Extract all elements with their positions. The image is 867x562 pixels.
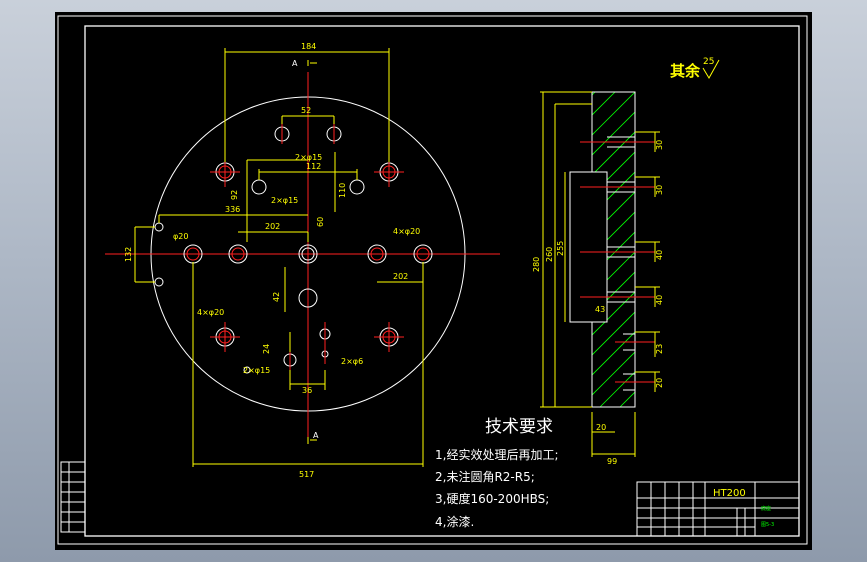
dim-110: 110: [338, 183, 347, 198]
side-bores: [607, 136, 635, 391]
tech-title: 技术要求: [485, 417, 553, 437]
section-label-a-top: A: [292, 59, 298, 68]
section-hatching: [592, 92, 635, 407]
dim-132: 132: [124, 247, 133, 262]
dim-517: 517: [299, 470, 314, 479]
section-outline: [591, 91, 636, 408]
callout-4x20-bottom: 4×φ20: [197, 308, 224, 317]
dim-336: 336: [225, 205, 240, 214]
title-block: HT200 底座 图5-3: [636, 481, 800, 537]
inner-cavity: [569, 171, 608, 323]
front-view: 184 52 112 336 202 202 92 110 60 42 132 …: [105, 42, 500, 479]
dim-20b: 20: [596, 423, 606, 432]
dim-184: 184: [301, 42, 316, 51]
dim-24: 24: [262, 344, 271, 354]
callout-2x15-left: 2×φ15: [271, 196, 298, 205]
callout-4x20-right: 4×φ20: [393, 227, 420, 236]
dim-43: 43: [595, 305, 605, 314]
dim-112: 112: [306, 162, 321, 171]
dim-36: 36: [302, 386, 312, 395]
side-section-view: 280 260 255 30 30 40 40 43 23 20 20 99: [532, 91, 664, 466]
dim-202-right: 202: [393, 272, 408, 281]
dim-30a: 30: [655, 140, 664, 150]
dim-20a: 20: [655, 378, 664, 388]
sheet-border: [57, 15, 808, 545]
dim-99: 99: [607, 457, 617, 466]
side-bore-centerlines: [580, 141, 655, 383]
dim-260: 260: [545, 247, 554, 262]
callout-2x15-top: 2×φ15: [295, 153, 322, 162]
dim-255: 255: [556, 241, 565, 256]
front-dimension-lines: [134, 48, 424, 467]
section-label-a-bottom: A: [313, 431, 319, 440]
dim-202-left: 202: [265, 222, 280, 231]
dim-40a: 40: [655, 250, 664, 260]
dim-60: 60: [316, 217, 325, 227]
callout-phi20: φ20: [173, 232, 188, 241]
tech-requirements: 技术要求 1,经实效处理后再加工; 2,未注圆角R2-R5; 3,硬度160-2…: [435, 417, 559, 529]
dim-30b: 30: [655, 185, 664, 195]
tech-item-3: 3,硬度160-200HBS;: [435, 491, 549, 506]
tech-item-4: 4,涂漆.: [435, 514, 474, 529]
roughness-note: 其余: [670, 62, 701, 80]
dim-42: 42: [272, 292, 281, 302]
roughness-value: 25: [703, 57, 714, 67]
tech-item-1: 1,经实效处理后再加工;: [435, 447, 559, 462]
hole-pattern: [154, 126, 433, 374]
tech-item-2: 2,未注圆角R2-R5;: [435, 469, 535, 484]
left-margin-table: [60, 461, 86, 533]
dim-23: 23: [655, 344, 664, 354]
callout-2x6: 2×φ6: [341, 357, 363, 366]
drawing-number: 图5-3: [761, 522, 774, 528]
cad-viewport[interactable]: 184 52 112 336 202 202 92 110 60 42 132 …: [55, 12, 812, 550]
dim-52: 52: [301, 106, 311, 115]
dim-92: 92: [230, 190, 239, 200]
callout-2x15-bottom: 2×φ15: [243, 366, 270, 375]
part-name: 底座: [761, 505, 771, 512]
dim-40b: 40: [655, 295, 664, 305]
dim-280: 280: [532, 257, 541, 272]
material-label: HT200: [713, 488, 746, 499]
drawing-sheet: 184 52 112 336 202 202 92 110 60 42 132 …: [57, 15, 808, 545]
